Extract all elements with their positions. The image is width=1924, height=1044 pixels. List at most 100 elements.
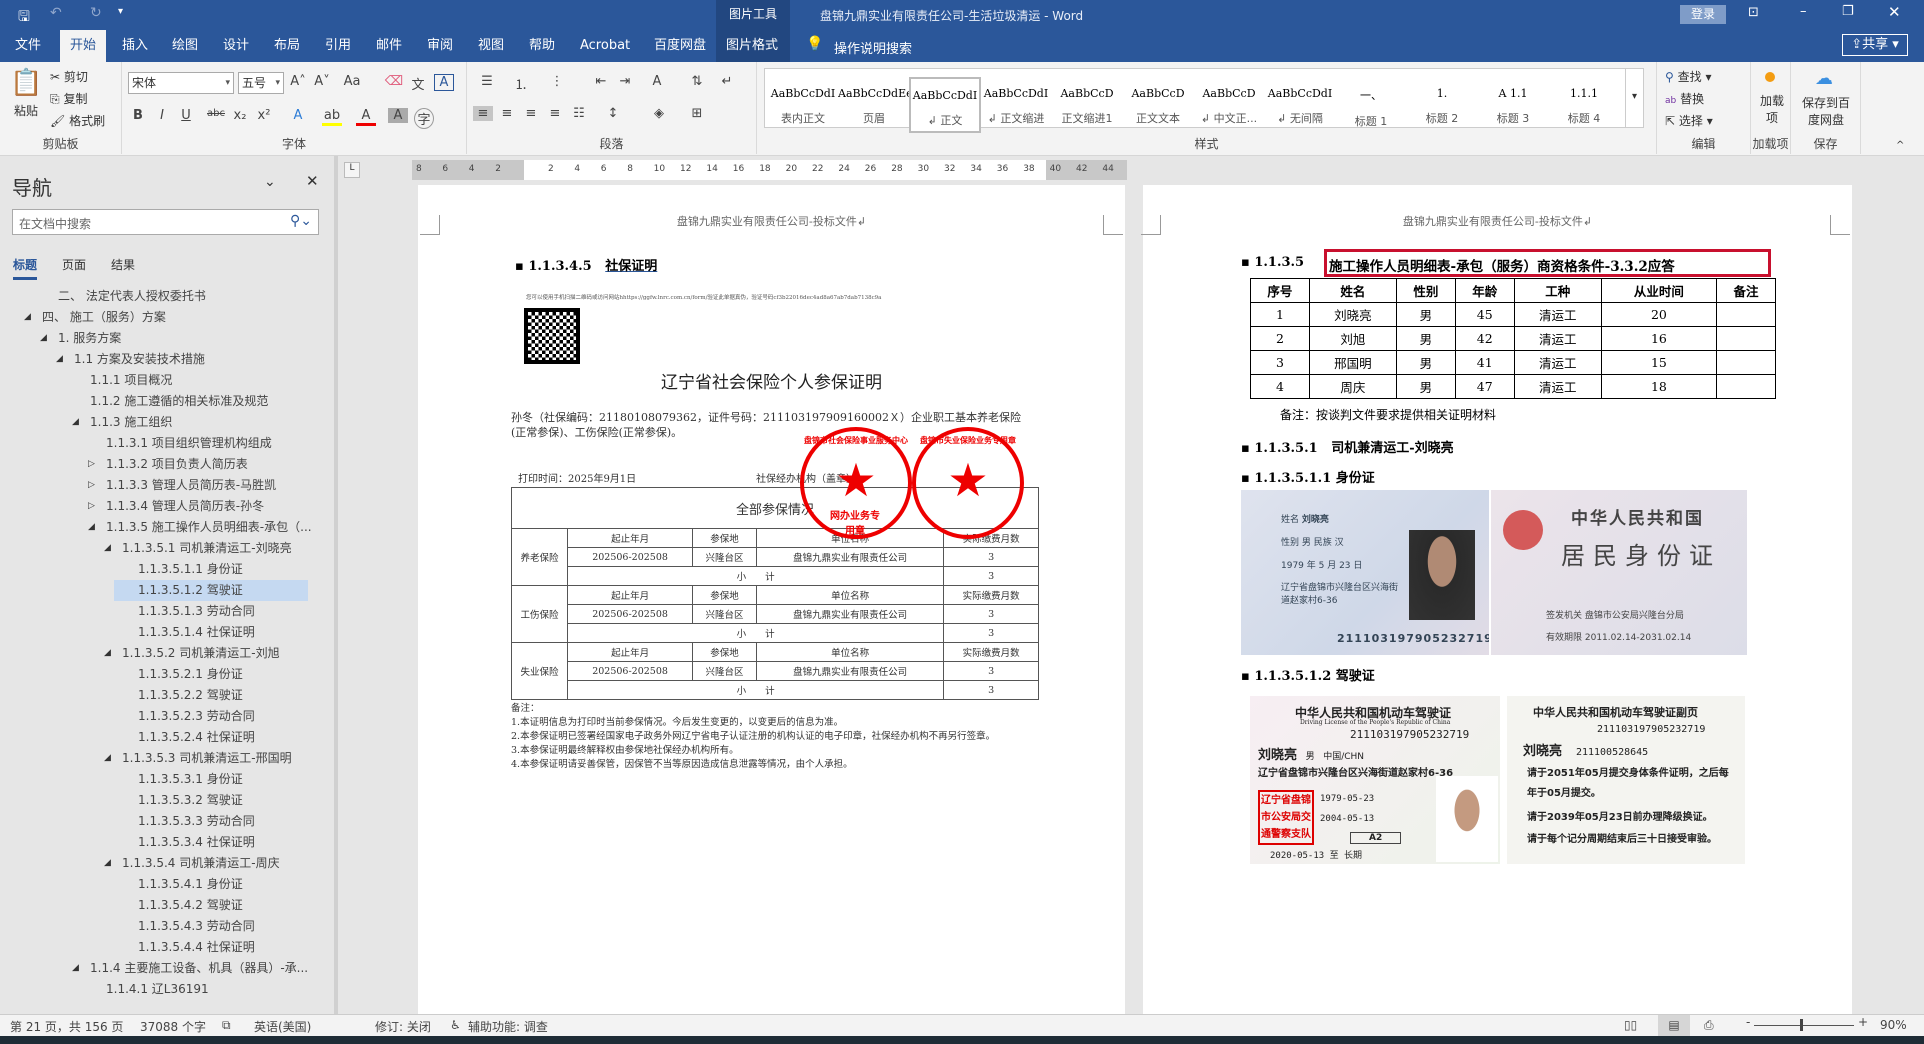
collapse-arrow-icon[interactable]: ◢ xyxy=(88,522,95,532)
web-layout-icon[interactable]: ⎙ xyxy=(1704,1018,1714,1033)
tab-references[interactable]: 引用 xyxy=(315,30,361,62)
nav-heading-item[interactable]: 1.1.3.5.2.2 驾驶证 xyxy=(138,685,243,706)
font-size-select[interactable]: 五号 ▾ xyxy=(238,72,284,94)
tab-stop-selector[interactable]: L xyxy=(344,162,360,178)
style-item[interactable]: A 1.1 标题 3 xyxy=(1477,77,1549,133)
read-mode-icon[interactable]: ▯▯ xyxy=(1624,1018,1637,1032)
track-changes-status[interactable]: 修订: 关闭 xyxy=(375,1018,431,1035)
shading-icon[interactable]: ◈ xyxy=(649,106,669,121)
nav-heading-item[interactable]: 1.1.3.1 项目组织管理机构组成 xyxy=(106,433,272,454)
bold-icon[interactable]: B xyxy=(128,108,148,123)
multilevel-list-icon[interactable]: ⋮ xyxy=(547,74,567,89)
section-heading[interactable]: ▪ 1.1.3.5 xyxy=(1241,255,1304,270)
char-shading-icon[interactable]: A xyxy=(388,108,408,123)
undo-icon[interactable]: ↶ xyxy=(50,5,62,21)
subheading[interactable]: ▪ 1.1.3.5.1.2 驾驶证 xyxy=(1241,665,1375,684)
tab-help[interactable]: 帮助 xyxy=(519,30,565,62)
nav-heading-item[interactable]: 1.1.3.5.2.4 社保证明 xyxy=(138,727,255,748)
collapse-arrow-icon[interactable]: ◢ xyxy=(24,312,31,322)
driving-license-image[interactable]: 中华人民共和国机动车驾驶证 Driving License of the Peo… xyxy=(1250,696,1500,864)
nav-heading-item[interactable]: 1.1.3.5.3.3 劳动合同 xyxy=(138,811,255,832)
tab-home[interactable]: 开始 xyxy=(60,30,107,62)
style-item[interactable]: AaBbCcDdI ↲ 正文缩进 xyxy=(980,77,1052,133)
collapse-arrow-icon[interactable]: ◢ xyxy=(72,417,79,427)
nav-tab-results[interactable]: 结果 xyxy=(111,256,135,273)
paste-button[interactable]: 粘贴 xyxy=(14,102,38,119)
horizontal-ruler[interactable]: 8 6 4 2 2 4 6 8 10 12 14 16 18 20 22 24 26 28 30 32 34 36 38 40… xyxy=(412,160,1127,180)
nav-heading-item[interactable]: 1.1.3.5.1 司机兼清运工-刘晓亮 xyxy=(122,538,292,559)
borders-icon[interactable]: ⊞ xyxy=(687,106,707,121)
subscript-icon[interactable]: x₂ xyxy=(230,108,250,123)
expand-arrow-icon[interactable]: ▷ xyxy=(88,480,95,490)
tab-file[interactable]: 文件 xyxy=(5,30,51,62)
cut-button[interactable]: ✂ 剪切 xyxy=(50,68,88,85)
collapse-arrow-icon[interactable]: ◢ xyxy=(104,543,111,553)
collapse-arrow-icon[interactable]: ◢ xyxy=(56,354,63,364)
style-item[interactable]: AaBbCcDdEe 页眉 xyxy=(838,77,910,133)
style-item[interactable]: 一、 标题 1 xyxy=(1335,77,1407,133)
login-button[interactable]: 登录 xyxy=(1680,5,1726,24)
nav-heading-item[interactable]: 1.1.4 主要施工设备、机具（器具）-承... xyxy=(90,958,308,979)
style-item[interactable]: 1. 标题 2 xyxy=(1406,77,1478,133)
word-count[interactable]: 37088 个字 xyxy=(140,1018,206,1035)
save-to-baidu-button[interactable]: 保存到百度网盘 xyxy=(1797,94,1855,128)
language[interactable]: 英语(美国) xyxy=(254,1018,311,1035)
nav-tab-headings[interactable]: 标题 xyxy=(13,256,38,280)
nav-heading-item[interactable]: 1.1.3.5.1.3 劳动合同 xyxy=(138,601,255,622)
nav-heading-item[interactable]: 1.1.3.5.3.1 身份证 xyxy=(138,769,243,790)
underline-icon[interactable]: U xyxy=(176,108,196,123)
zoom-slider[interactable]: - + xyxy=(1746,1015,1868,1031)
section-heading[interactable]: ▪ 1.1.3.4.5 社保证明 xyxy=(515,255,657,274)
share-button[interactable]: ⇪共享 ▾ xyxy=(1842,34,1908,56)
nav-heading-item[interactable]: 1.1.3.5.3.4 社保证明 xyxy=(138,832,255,853)
sort-icon[interactable]: ⇅ xyxy=(687,74,707,89)
tab-review[interactable]: 审阅 xyxy=(417,30,463,62)
subheading[interactable]: ▪ 1.1.3.5.1.1 身份证 xyxy=(1241,467,1375,486)
copy-button[interactable]: ⎘ 复制 xyxy=(50,90,87,107)
minimize-button[interactable]: – xyxy=(1800,4,1807,19)
subheading[interactable]: ▪ 1.1.3.5.1 司机兼清运工-刘晓亮 xyxy=(1241,437,1454,456)
nav-heading-item[interactable]: 二、 法定代表人授权委托书 xyxy=(58,286,206,307)
nav-heading-item[interactable]: 1.1.3.5.4.2 驾驶证 xyxy=(138,895,243,916)
justify-icon[interactable]: ≡ xyxy=(545,106,565,121)
style-item[interactable]: AaBbCcD ↲ 中文正... xyxy=(1193,77,1265,133)
chinese-layout-icon[interactable]: A xyxy=(647,74,667,89)
strikethrough-icon[interactable]: abc xyxy=(206,108,226,119)
highlight-icon[interactable]: ab xyxy=(322,108,342,126)
tab-view[interactable]: 视图 xyxy=(468,30,514,62)
nav-heading-item[interactable]: 1.1.3.5.2.3 劳动合同 xyxy=(138,706,255,727)
tab-picture-format[interactable]: 图片格式 xyxy=(716,30,790,62)
restore-button[interactable]: ❐ xyxy=(1842,4,1854,19)
font-name-select[interactable]: 宋体 ▾ xyxy=(128,72,234,94)
phonetic-guide-icon[interactable]: 文 xyxy=(408,74,428,93)
collapse-ribbon-icon[interactable]: ^ xyxy=(1896,140,1904,151)
nav-heading-item[interactable]: 1.1.3.5.4.4 社保证明 xyxy=(138,937,255,958)
tab-acrobat[interactable]: Acrobat xyxy=(570,30,640,62)
style-item[interactable]: AaBbCcD 正文缩进1 xyxy=(1051,77,1123,133)
grow-font-icon[interactable]: A˄ xyxy=(288,74,308,89)
tell-me-search[interactable]: 操作说明搜索 xyxy=(834,38,912,57)
increase-indent-icon[interactable]: ⇥ xyxy=(615,74,635,89)
nav-search-input[interactable]: 在文档中搜索 ⚲⌄ xyxy=(12,209,319,235)
nav-heading-item[interactable]: 1.1 方案及安装技术措施 xyxy=(74,349,205,370)
accessibility-status[interactable]: 辅助功能: 调查 xyxy=(468,1018,548,1035)
nav-heading-item[interactable]: 1.1.1 项目概况 xyxy=(90,370,172,391)
nav-heading-item[interactable]: 1.1.3.5.3.2 驾驶证 xyxy=(138,790,243,811)
addins-button[interactable]: 加载项 xyxy=(1759,92,1785,126)
align-center-icon[interactable]: ≡ xyxy=(497,106,517,121)
italic-icon[interactable]: I xyxy=(152,108,172,123)
clear-format-icon[interactable]: ⌫ xyxy=(384,74,404,89)
highlighted-heading[interactable]: 施工操作人员明细表-承包（服务）商资格条件-3.3.2应答 xyxy=(1324,249,1771,277)
id-card-back-image[interactable]: 中华人民共和国 居民身份证 签发机关 盘锦市公安局兴隆台分局 有效期限 2011… xyxy=(1491,490,1747,655)
expand-arrow-icon[interactable]: ▷ xyxy=(88,459,95,469)
nav-heading-item[interactable]: 1.1.4.1 辽L36191 xyxy=(106,979,209,1000)
bullets-icon[interactable]: ☰ xyxy=(477,74,497,89)
line-spacing-icon[interactable]: ↕ xyxy=(603,106,623,121)
id-card-front-image[interactable]: 姓名 刘晓亮 性别 男 民族 汉 1979 年 5 月 23 日 辽宁省盘锦市兴… xyxy=(1241,490,1489,655)
nav-close-icon[interactable]: ✕ xyxy=(306,172,319,190)
page-count[interactable]: 第 21 页，共 156 页 xyxy=(10,1018,123,1035)
redo-icon[interactable]: ↻ xyxy=(90,5,102,21)
nav-scrollbar[interactable] xyxy=(334,156,338,1014)
nav-heading-item[interactable]: 1.1.3.5.1.1 身份证 xyxy=(138,559,243,580)
collapse-arrow-icon[interactable]: ◢ xyxy=(72,963,79,973)
